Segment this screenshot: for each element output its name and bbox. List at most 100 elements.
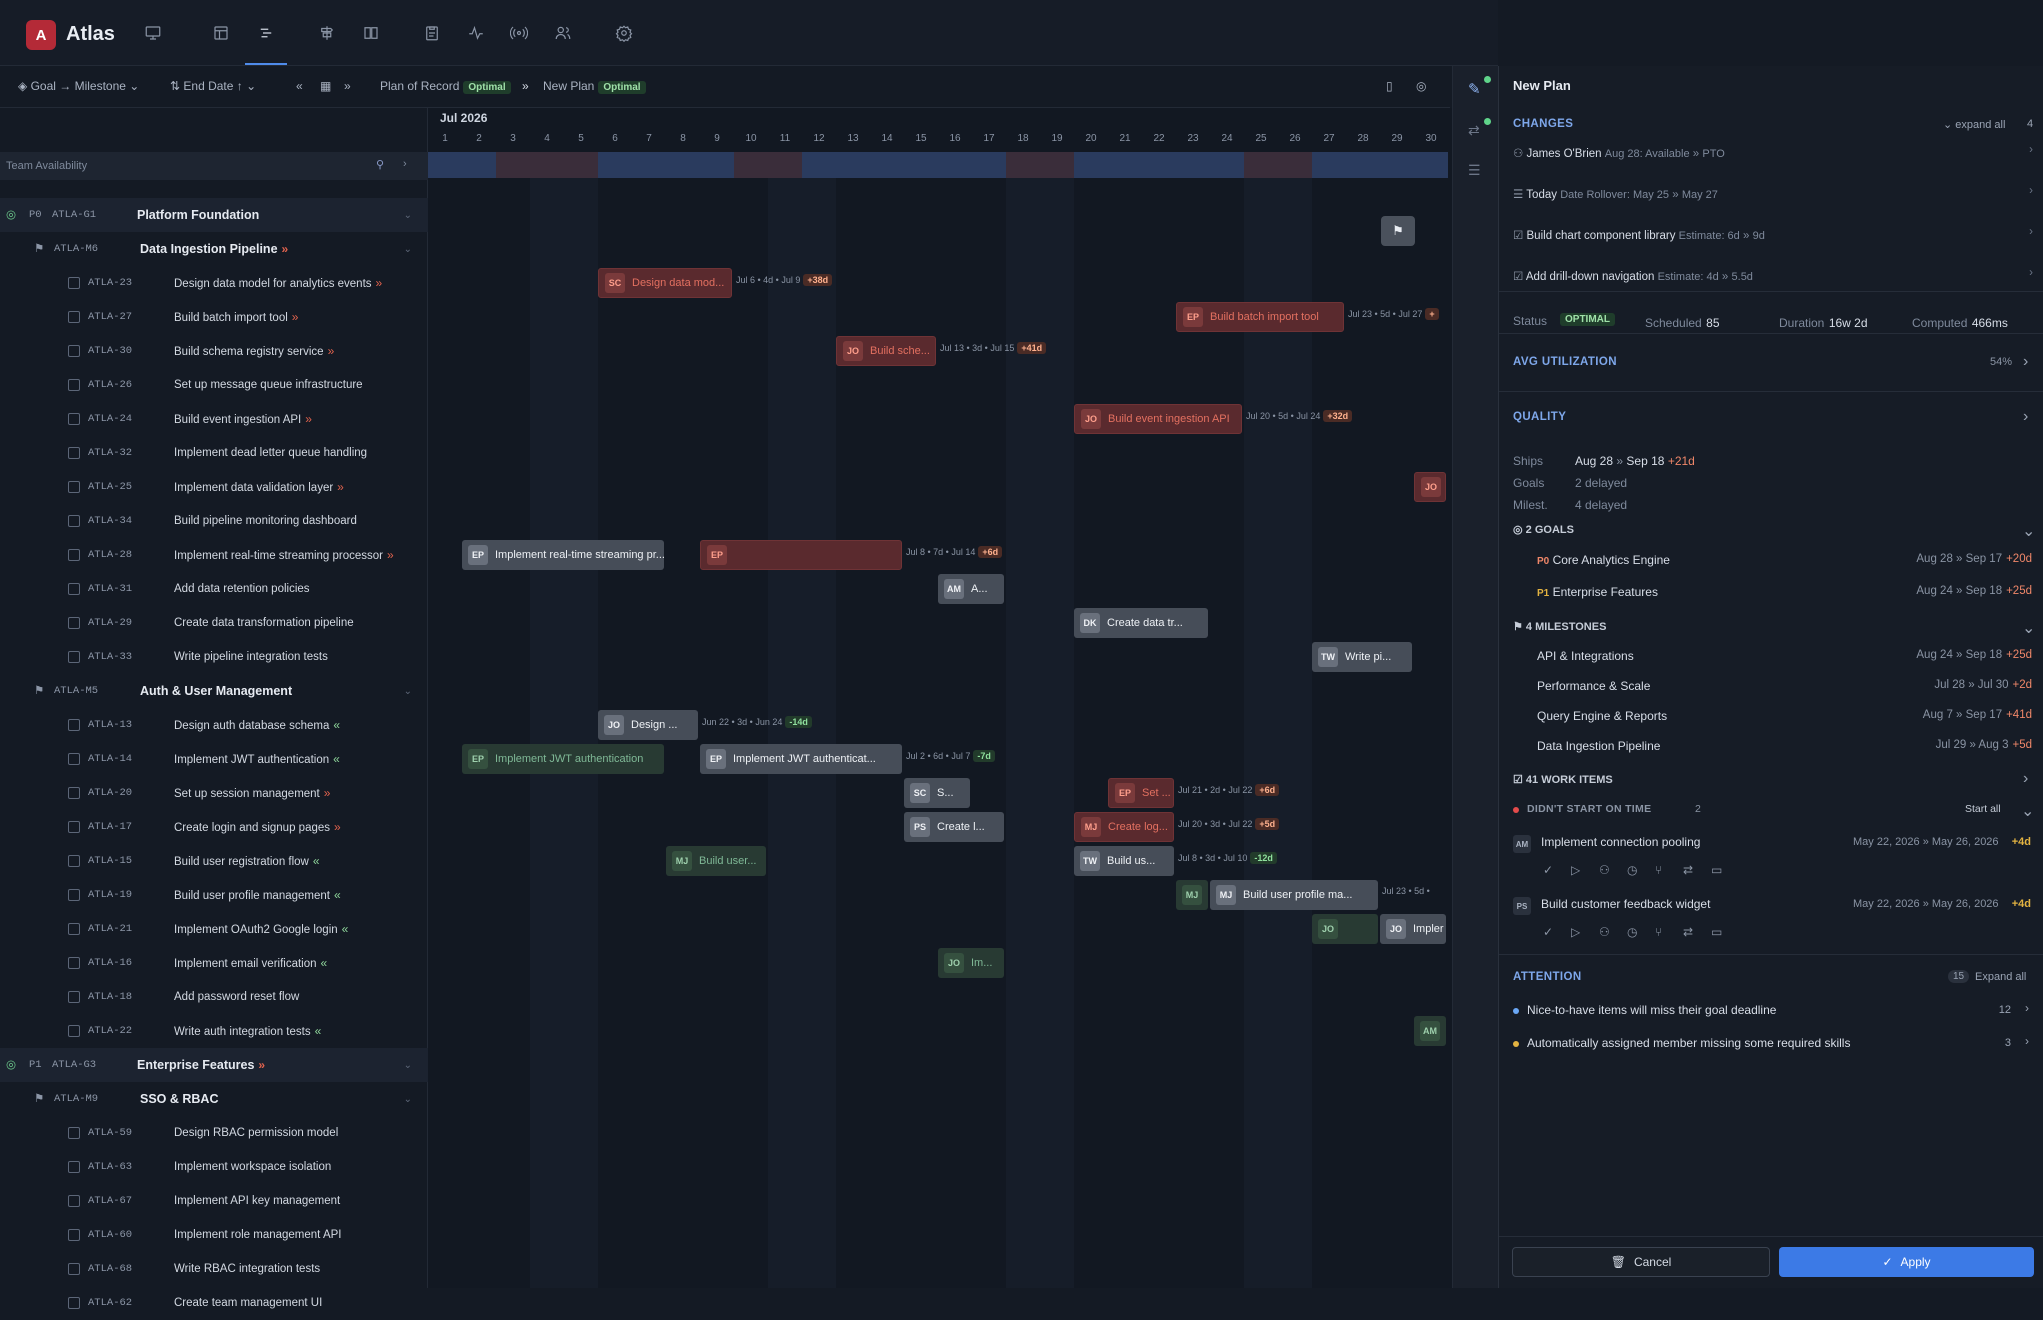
task-bar[interactable]: AM A...	[938, 574, 1004, 604]
row-task[interactable]: ATLA-15 Build user registration flow «	[0, 844, 428, 878]
chevron-right-icon[interactable]: ›	[2023, 408, 2028, 426]
task-checkbox-icon[interactable]	[68, 1025, 80, 1037]
panel-toggle-icon[interactable]: ▯	[1386, 79, 1393, 93]
broadcast-icon[interactable]	[508, 22, 530, 44]
task-bar[interactable]: DK Create data tr...	[1074, 608, 1208, 638]
row-task[interactable]: ATLA-16 Implement email verification «	[0, 946, 428, 980]
row-task[interactable]: ATLA-33 Write pipeline integration tests	[0, 640, 428, 674]
late-item[interactable]: AM Implement connection pooling May 22, 20…	[1513, 833, 2033, 889]
clipboard-icon[interactable]	[421, 22, 443, 44]
row-task[interactable]: ATLA-31 Add data retention policies	[0, 572, 428, 606]
task-checkbox-icon[interactable]	[68, 617, 80, 629]
row-task[interactable]: ATLA-26 Set up message queue infrastructu…	[0, 368, 428, 402]
task-bar[interactable]: MJ Build user...	[666, 846, 766, 876]
task-bar[interactable]: SC S...	[904, 778, 970, 808]
pin-icon[interactable]: ⚲	[376, 158, 384, 171]
task-bar[interactable]: EP	[700, 540, 902, 570]
chevron-down-icon[interactable]: ⌄	[404, 686, 412, 697]
task-checkbox-icon[interactable]	[68, 549, 80, 561]
task-checkbox-icon[interactable]	[68, 583, 80, 595]
presentation-icon[interactable]	[142, 22, 164, 44]
chevron-right-icon[interactable]: ›	[2029, 267, 2033, 279]
signpost-icon[interactable]	[316, 22, 338, 44]
task-checkbox-icon[interactable]	[68, 413, 80, 425]
cancel-button[interactable]: 🗑 Cancel	[1512, 1247, 1770, 1277]
goal-item[interactable]: P0 Core Analytics Engine Aug 28 » Sep 17 +…	[1537, 553, 2032, 567]
task-checkbox-icon[interactable]	[68, 277, 80, 289]
sort-select[interactable]: ⇅ End Date ↑ ⌄	[170, 79, 256, 93]
goals-header[interactable]: ◎ 2 GOALS	[1513, 523, 1574, 536]
milestone-item[interactable]: Data Ingestion Pipeline Jul 29 » Aug 3 +5d	[1537, 739, 2032, 753]
next-range-button[interactable]: »	[344, 79, 351, 93]
team-availability-row[interactable]: Team Availability ⚲ ›	[0, 152, 428, 180]
chevron-right-icon[interactable]: ›	[2023, 353, 2028, 371]
task-bar[interactable]: EP Implement real-time streaming pr...	[462, 540, 664, 570]
task-bar[interactable]: EP Set ...	[1108, 778, 1174, 808]
chevron-down-icon[interactable]: ⌄	[2021, 801, 2034, 821]
row-task[interactable]: ATLA-62 Create team management UI	[0, 1286, 428, 1320]
chevron-down-icon[interactable]: ⌄	[2022, 521, 2035, 541]
task-checkbox-icon[interactable]	[68, 379, 80, 391]
chevron-right-icon[interactable]: ›	[403, 158, 407, 170]
row-task[interactable]: ATLA-63 Implement workspace isolation	[0, 1150, 428, 1184]
task-checkbox-icon[interactable]	[68, 1263, 80, 1275]
task-checkbox-icon[interactable]	[68, 447, 80, 459]
split-icon[interactable]: ⑂	[1655, 925, 1662, 939]
play-icon[interactable]: ▷	[1571, 863, 1580, 877]
milestone-item[interactable]: Query Engine & Reports Aug 7 » Sep 17 +41d	[1537, 709, 2032, 723]
task-bar[interactable]: JO Build sche...	[836, 336, 936, 366]
play-icon[interactable]: ▷	[1571, 925, 1580, 939]
task-bar[interactable]: JO Im...	[938, 948, 1004, 978]
task-checkbox-icon[interactable]	[68, 1127, 80, 1139]
task-bar[interactable]: SC Design data mod...	[598, 268, 732, 298]
expand-all-changes[interactable]: ⌄ expand all	[1943, 118, 2005, 131]
task-bar[interactable]: PS Create l...	[904, 812, 1004, 842]
row-task[interactable]: ATLA-28 Implement real-time streaming pro…	[0, 538, 428, 572]
late-item[interactable]: PS Build customer feedback widget May 22, …	[1513, 895, 2033, 951]
row-task[interactable]: ATLA-59 Design RBAC permission model	[0, 1116, 428, 1150]
task-bar[interactable]: JO	[1312, 914, 1378, 944]
split-icon[interactable]: ⑂	[1655, 863, 1662, 877]
task-checkbox-icon[interactable]	[68, 787, 80, 799]
task-checkbox-icon[interactable]	[68, 515, 80, 527]
chevron-right-icon[interactable]: ›	[2029, 185, 2033, 197]
task-bar[interactable]: TW Write pi...	[1312, 642, 1412, 672]
task-checkbox-icon[interactable]	[68, 753, 80, 765]
task-checkbox-icon[interactable]	[68, 889, 80, 901]
new-plan[interactable]: New Plan Optimal	[543, 79, 646, 94]
task-bar[interactable]: MJ	[1176, 880, 1208, 910]
row-task[interactable]: ATLA-68 Write RBAC integration tests	[0, 1252, 428, 1286]
task-bar[interactable]: EP Implement JWT authentication	[462, 744, 664, 774]
task-bar[interactable]: EP Implement JWT authenticat...	[700, 744, 902, 774]
compare-icon[interactable]: ⇄	[1468, 122, 1480, 139]
swap-icon[interactable]: ⇄	[1683, 925, 1693, 939]
row-task[interactable]: ATLA-25 Implement data validation layer»	[0, 470, 428, 504]
row-task[interactable]: ATLA-17 Create login and signup pages»	[0, 810, 428, 844]
change-item[interactable]: ⚇ James O'Brien Aug 28: Available » PTO ›	[1513, 144, 2033, 160]
row-task[interactable]: ATLA-34 Build pipeline monitoring dashboa…	[0, 504, 428, 538]
attention-expand-all[interactable]: Expand all	[1975, 971, 2026, 983]
row-ms[interactable]: ⚑ ATLA-M9 SSO & RBAC ⌄	[0, 1082, 428, 1116]
row-task[interactable]: ATLA-30 Build schema registry service»	[0, 334, 428, 368]
milestone-flag-icon[interactable]: ⚑	[1381, 216, 1415, 246]
row-task[interactable]: ATLA-18 Add password reset flow	[0, 980, 428, 1014]
task-checkbox-icon[interactable]	[68, 345, 80, 357]
row-task[interactable]: ATLA-32 Implement dead letter queue handl…	[0, 436, 428, 470]
target-icon[interactable]: ◎	[1416, 79, 1426, 93]
milestones-header[interactable]: ⚑ 4 MILESTONES	[1513, 620, 1606, 633]
group-by-select[interactable]: ◈ Goal → Milestone ⌄	[18, 79, 139, 93]
row-task[interactable]: ATLA-27 Build batch import tool»	[0, 300, 428, 334]
change-item[interactable]: ☑ Build chart component library Estimate…	[1513, 226, 2033, 242]
chevron-down-icon[interactable]: ⌄	[2022, 618, 2035, 638]
activity-icon[interactable]	[465, 22, 487, 44]
users-icon[interactable]	[552, 22, 574, 44]
chevron-right-icon[interactable]: ›	[2025, 1001, 2029, 1015]
task-checkbox-icon[interactable]	[68, 855, 80, 867]
prev-range-button[interactable]: «	[296, 79, 303, 93]
task-checkbox-icon[interactable]	[68, 651, 80, 663]
row-goal[interactable]: ◎ P0 ATLA-G1 Platform Foundation ⌄	[0, 198, 428, 232]
task-checkbox-icon[interactable]	[68, 481, 80, 493]
comment-icon[interactable]: ▭	[1711, 863, 1722, 877]
row-task[interactable]: ATLA-13 Design auth database schema «	[0, 708, 428, 742]
book-icon[interactable]	[360, 22, 382, 44]
